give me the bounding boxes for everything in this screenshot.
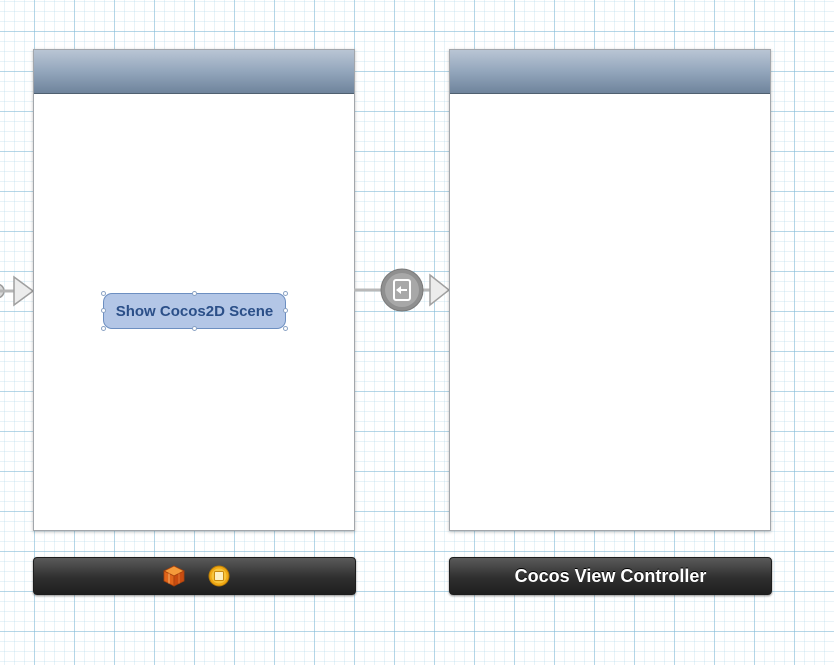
first-scene-top-bar[interactable] bbox=[34, 50, 354, 94]
resize-handle-top-center[interactable] bbox=[192, 291, 197, 296]
resize-handle-middle-right[interactable] bbox=[283, 308, 288, 313]
cocos-view-controller-dock[interactable]: Cocos View Controller bbox=[449, 557, 772, 595]
initial-entry-arrow-icon bbox=[0, 275, 34, 307]
cocos-view-controller-scene[interactable] bbox=[449, 49, 771, 531]
first-responder-icon[interactable] bbox=[208, 565, 230, 587]
show-cocos2d-scene-button[interactable]: Show Cocos2D Scene bbox=[103, 293, 286, 329]
first-scene-dock[interactable] bbox=[33, 557, 356, 595]
scene-title-label: Cocos View Controller bbox=[514, 566, 707, 586]
resize-handle-top-left[interactable] bbox=[101, 291, 106, 296]
view-controller-cube-icon[interactable] bbox=[163, 565, 185, 587]
push-segue-icon[interactable] bbox=[380, 268, 424, 312]
resize-handle-top-right[interactable] bbox=[283, 291, 288, 296]
resize-handle-bottom-center[interactable] bbox=[192, 326, 197, 331]
resize-handle-bottom-right[interactable] bbox=[283, 326, 288, 331]
second-scene-top-bar[interactable] bbox=[450, 50, 770, 94]
first-view-controller-scene[interactable] bbox=[33, 49, 355, 531]
segue-connection[interactable] bbox=[354, 266, 450, 316]
resize-handle-bottom-left[interactable] bbox=[101, 326, 106, 331]
resize-handle-middle-left[interactable] bbox=[101, 308, 106, 313]
